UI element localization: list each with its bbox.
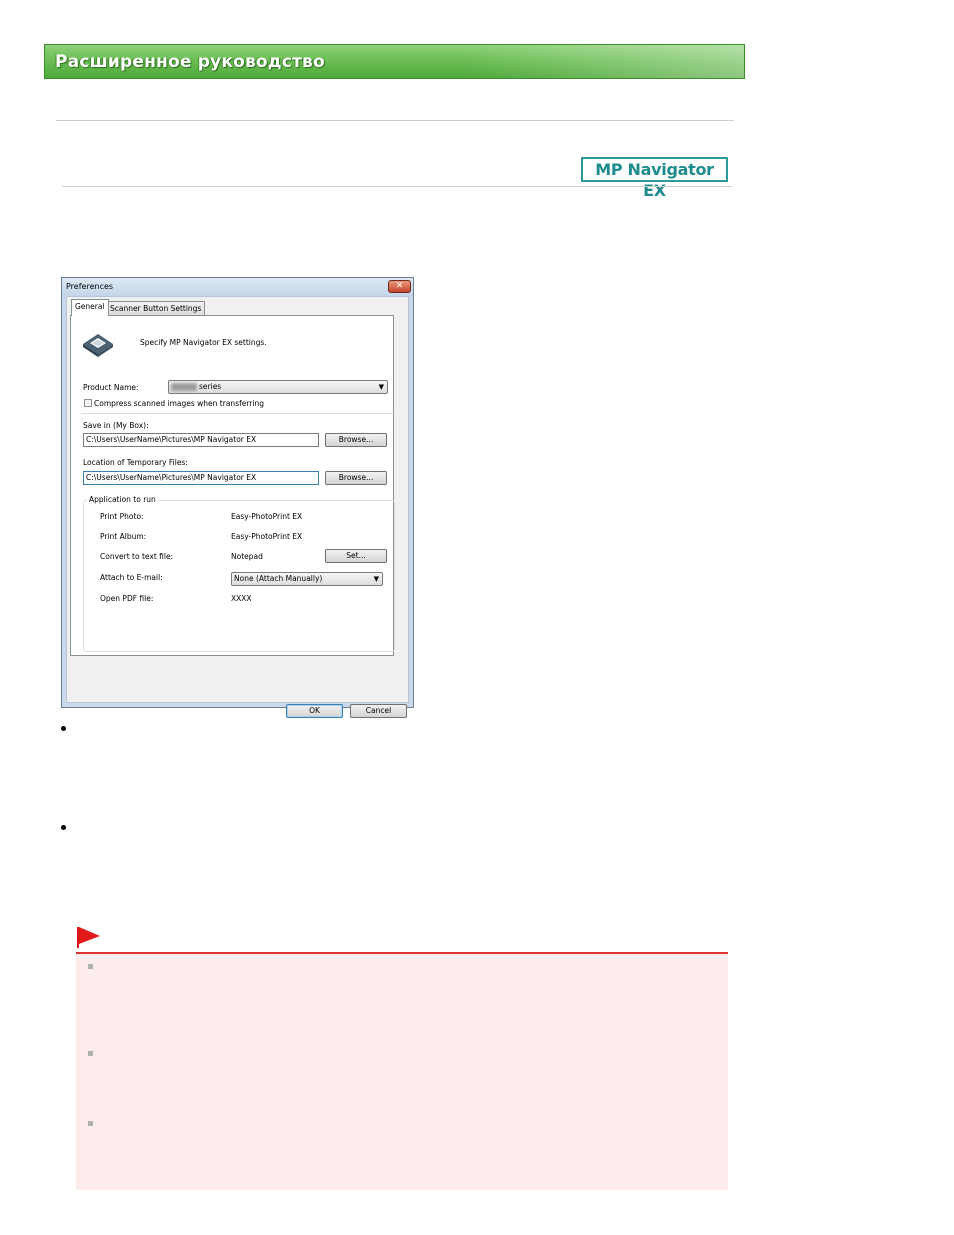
app-value-open-pdf: XXXX: [231, 594, 252, 603]
chevron-down-icon: ▼: [378, 383, 384, 391]
bullet-icon: [61, 825, 66, 830]
set-button[interactable]: Set...: [325, 549, 387, 563]
app-label-email: Attach to E-mail:: [100, 573, 163, 582]
square-bullet-icon: [88, 964, 93, 969]
compress-checkbox[interactable]: [84, 399, 92, 407]
save-in-label: Save in (My Box):: [83, 421, 149, 430]
app-label-print-album: Print Album:: [100, 532, 147, 541]
square-bullet-icon: [88, 1051, 93, 1056]
preferences-dialog: Preferences ✕ General Scanner Button Set…: [61, 277, 414, 718]
divider-top: [56, 120, 734, 121]
cancel-button[interactable]: Cancel: [350, 704, 407, 718]
browse-button-save[interactable]: Browse...: [325, 433, 387, 447]
email-select[interactable]: None (Attach Manually) ▼: [231, 572, 383, 586]
description-text: Specify MP Navigator EX settings.: [140, 338, 267, 347]
header-title: Расширенное руководство: [55, 52, 325, 72]
separator: [81, 413, 393, 414]
scanner-icon: [83, 334, 113, 357]
browse-button-temp[interactable]: Browse...: [325, 471, 387, 485]
product-name-select[interactable]: series ▼: [168, 380, 388, 394]
dialog-titlebar: Preferences ✕: [62, 278, 413, 296]
tab-general[interactable]: General: [71, 299, 109, 316]
divider-bottom: [62, 186, 732, 187]
app-value-convert-text: Notepad: [231, 552, 263, 561]
close-button[interactable]: ✕: [388, 280, 411, 293]
temp-files-label: Location of Temporary Files:: [83, 458, 188, 467]
app-value-print-photo: Easy-PhotoPrint EX: [231, 512, 303, 521]
mp-navigator-logo: MP Navigator EX: [581, 157, 728, 200]
square-bullet-icon: [88, 1121, 93, 1126]
app-label-open-pdf: Open PDF file:: [100, 594, 154, 603]
chevron-down-icon: ▼: [373, 575, 379, 583]
dialog-title: Preferences: [66, 282, 114, 291]
flag-icon: [77, 927, 100, 948]
ok-button[interactable]: OK: [286, 704, 343, 718]
product-name-label: Product Name:: [83, 383, 139, 392]
app-value-print-album: Easy-PhotoPrint EX: [231, 532, 303, 541]
application-group-title: Application to run: [87, 495, 158, 504]
app-label-print-photo: Print Photo:: [100, 512, 144, 521]
app-label-convert-text: Convert to text file:: [100, 552, 174, 561]
tab-scanner-button-settings[interactable]: Scanner Button Settings: [106, 301, 206, 315]
header-bar: Расширенное руководство: [44, 44, 745, 79]
temp-files-field[interactable]: C:\Users\UserName\Pictures\MP Navigator …: [83, 471, 319, 485]
redacted-model: [171, 383, 197, 391]
bullet-icon: [61, 726, 66, 731]
general-tab-panel: Specify MP Navigator EX settings. Produc…: [70, 315, 395, 656]
important-note-box: [76, 954, 728, 1190]
dialog-client: General Scanner Button Settings Specify …: [66, 296, 409, 718]
save-in-field[interactable]: C:\Users\UserName\Pictures\MP Navigator …: [83, 433, 319, 447]
compress-label: Compress scanned images when transferrin…: [94, 399, 264, 408]
